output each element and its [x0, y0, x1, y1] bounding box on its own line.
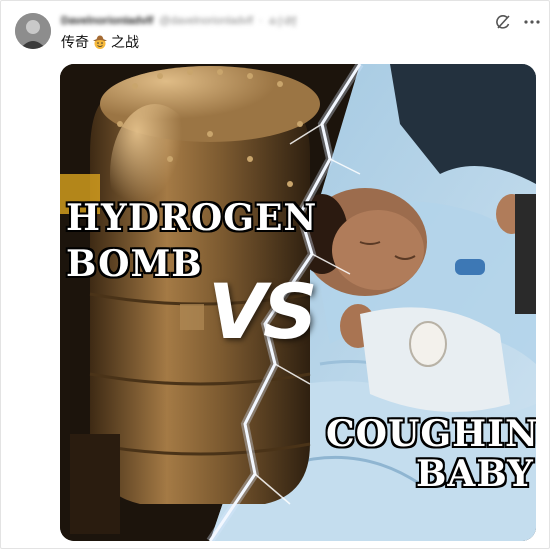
post-timestamp[interactable]: 4小时	[269, 13, 297, 29]
display-name[interactable]: DavelnorionIadvlf	[61, 15, 153, 27]
meme-image[interactable]: HYDROGEN BOMB VS COUGHING BABY	[60, 64, 536, 541]
cowboy-hat-emoji-icon	[92, 34, 108, 50]
meme-label-coughing: COUGHING	[326, 413, 536, 455]
post-header: DavelnorionIadvlf @davelnorionladvlf · 4…	[61, 13, 297, 29]
meme-label-bomb: BOMB	[66, 243, 203, 285]
grok-icon[interactable]	[494, 13, 512, 31]
post-text-part2: 之战	[111, 34, 139, 50]
post-text-part1: 传奇	[61, 34, 89, 50]
user-handle[interactable]: @davelnorionladvlf	[159, 15, 253, 27]
avatar[interactable]	[15, 13, 51, 49]
meme-vs-label: VS	[208, 267, 318, 356]
post-text: 传奇 之战	[61, 32, 139, 52]
meme-label-hydrogen: HYDROGEN	[66, 197, 318, 239]
time-separator: ·	[259, 15, 263, 27]
more-options-icon[interactable]	[523, 13, 541, 31]
meme-label-baby: BABY	[416, 453, 534, 495]
post-card: DavelnorionIadvlf @davelnorionladvlf · 4…	[0, 0, 550, 549]
